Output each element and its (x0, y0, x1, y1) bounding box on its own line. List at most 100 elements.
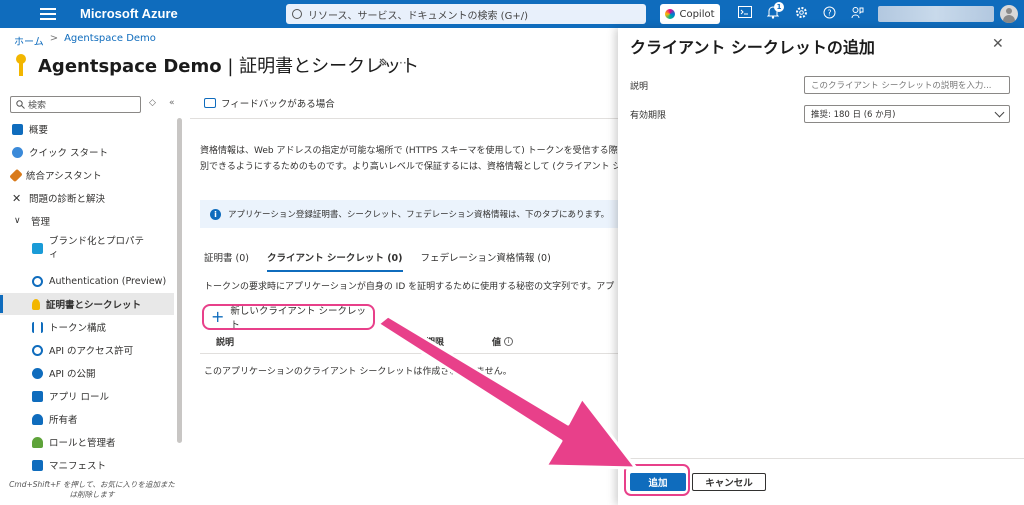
feedback-label: フィードバックがある場合 (221, 99, 335, 110)
pin-icon[interactable] (376, 58, 387, 72)
column-header-value-label: 値 (492, 338, 502, 348)
divider (190, 118, 618, 119)
api-expose-icon (32, 367, 43, 379)
expiry-selected-value: 推奨: 180 日 (6 か月) (811, 110, 896, 120)
chevron-down-icon (994, 107, 1005, 117)
hamburger-icon[interactable] (40, 6, 56, 20)
search-icon (292, 9, 302, 19)
sidebar-item-label: Authentication (Preview) (49, 275, 167, 287)
collapse-sidebar-icon[interactable]: « (169, 98, 175, 108)
sidebar-item-expose-api[interactable]: API の公開 (0, 362, 174, 384)
cloud-icon (12, 146, 23, 158)
breadcrumb: ホーム > Agentspace Demo (14, 33, 156, 48)
empty-state-message: このアプリケーションのクライアント シークレットは作成されていません。 (204, 367, 512, 377)
gear-icon[interactable] (793, 6, 809, 22)
sidebar-item-authentication[interactable]: Authentication (Preview) (0, 270, 174, 292)
more-options-icon[interactable]: ··· (399, 56, 410, 70)
expiry-select[interactable]: 推奨: 180 日 (6 か月) (804, 105, 1010, 123)
sidebar-item-overview[interactable]: 概要 (0, 118, 174, 140)
sidebar-item-owners[interactable]: 所有者 (0, 408, 174, 430)
sidebar-search-placeholder: 検索 (28, 101, 47, 111)
sidebar-item-integration-assistant[interactable]: 統合アシスタント (0, 164, 174, 186)
page-header: Agentspace Demo | 証明書とシークレット (14, 52, 419, 78)
tab-description: トークンの要求時にアプリケーションが自身の ID を証明するために使用する秘密の… (204, 282, 615, 292)
sidebar-item-label: ブランド化とプロパティ (49, 236, 145, 260)
info-icon: i (210, 208, 221, 220)
global-search-placeholder: リソース、サービス、ドキュメントの検索 (G+/) (308, 10, 528, 22)
tab-certificates[interactable]: 証明書 (0) (204, 250, 249, 272)
auth-icon (32, 275, 43, 287)
sidebar-footer-hint: Cmd+Shift+F を押して、お気に入りを追加または削除します (9, 480, 175, 499)
info-banner: i アプリケーション登録証明書、シークレット、フェデレーション資格情報は、下のタ… (200, 200, 618, 228)
sidebar-item-label: アプリ ロール (49, 392, 110, 403)
new-client-secret-label: 新しいクライアント シークレット (230, 306, 367, 331)
sidebar-item-label: 管理 (31, 217, 51, 228)
app-roles-icon (32, 390, 43, 402)
sidebar-item-certificates-secrets[interactable]: 証明書とシークレット (0, 293, 174, 315)
api-permission-icon (32, 344, 43, 356)
feedback-icon[interactable] (849, 6, 865, 22)
account-name-blurred[interactable] (878, 6, 994, 22)
close-icon[interactable]: ✕ (992, 36, 1004, 52)
panel-title: クライアント シークレットの追加 (630, 38, 875, 57)
copilot-icon (665, 9, 676, 19)
sidebar-item-app-roles[interactable]: アプリ ロール (0, 385, 174, 407)
sidebar-item-quickstart[interactable]: クイック スタート (0, 141, 174, 163)
global-search-input[interactable]: リソース、サービス、ドキュメントの検索 (G+/) (286, 4, 646, 24)
key-icon (14, 54, 28, 76)
owners-icon (32, 413, 43, 425)
page-title-app: Agentspace Demo (38, 56, 222, 77)
sidebar-item-token-config[interactable]: トークン構成 (0, 316, 174, 338)
feedback-link[interactable]: フィードバックがある場合 (204, 96, 335, 110)
sidebar-item-label: 概要 (29, 125, 49, 136)
manifest-icon (32, 459, 43, 471)
notification-badge: 1 (774, 2, 784, 12)
sidebar-item-diagnose[interactable]: ✕ 問題の診断と解決 (0, 187, 174, 209)
sidebar-item-label: 問題の診断と解決 (29, 194, 106, 205)
avatar[interactable] (1000, 5, 1018, 23)
description-label: 説明 (630, 82, 649, 92)
sidebar-item-label: ロールと管理者 (49, 438, 116, 449)
tab-federated-credentials[interactable]: フェデレーション資格情報 (0) (421, 250, 551, 272)
sidebar-scrollbar[interactable] (177, 118, 182, 443)
sidebar-item-label: クイック スタート (29, 148, 109, 159)
info-text: アプリケーション登録証明書、シークレット、フェデレーション資格情報は、下のタブに… (228, 210, 610, 220)
sidebar-item-label: 統合アシスタント (26, 171, 102, 182)
brand-label[interactable]: Microsoft Azure (80, 6, 178, 21)
sidebar-item-label: API の公開 (49, 369, 96, 380)
tab-client-secrets[interactable]: クライアント シークレット (0) (266, 250, 403, 272)
top-bar: Microsoft Azure リソース、サービス、ドキュメントの検索 (G+/… (0, 0, 1024, 28)
description-field[interactable]: このクライアント シークレットの説明を入力... (804, 76, 1010, 94)
overview-icon (12, 123, 23, 135)
add-client-secret-panel: クライアント シークレットの追加 ✕ 説明 このクライアント シークレットの説明… (618, 28, 1024, 505)
copilot-label: Copilot (679, 8, 715, 20)
sidebar-item-api-permissions[interactable]: API のアクセス許可 (0, 339, 174, 361)
description-line: 別できるようにするためのものです。より高いレベルで保証するには、資格情報として … (200, 162, 618, 172)
breadcrumb-app[interactable]: Agentspace Demo (64, 33, 156, 48)
page-title-section: 証明書とシークレット (239, 56, 420, 77)
sidebar-group-manage[interactable]: ∨ 管理 (0, 210, 174, 232)
sort-icon[interactable]: ◇ (149, 98, 156, 108)
help-icon[interactable]: ? (821, 6, 837, 22)
svg-text:?: ? (827, 9, 831, 18)
cancel-button[interactable]: キャンセル (692, 473, 766, 491)
token-icon (32, 321, 43, 333)
sidebar-item-roles-admins[interactable]: ロールと管理者 (0, 431, 174, 453)
new-client-secret-button[interactable]: + 新しいクライアント シークレット (202, 304, 375, 331)
terminal-icon[interactable] (737, 6, 753, 22)
wrench-icon: ✕ (12, 191, 22, 205)
sidebar-search-input[interactable]: 検索 (10, 96, 141, 113)
sidebar-item-manifest[interactable]: マニフェスト (0, 454, 174, 476)
sidebar-item-label: トークン構成 (49, 323, 107, 334)
table-header-divider (200, 353, 618, 354)
info-icon[interactable]: i (504, 337, 514, 346)
page-title: Agentspace Demo | 証明書とシークレット (38, 52, 419, 78)
sidebar-item-label: マニフェスト (49, 461, 107, 472)
add-button[interactable]: 追加 (630, 473, 686, 491)
branding-icon (32, 242, 43, 254)
copilot-button[interactable]: Copilot (660, 4, 720, 24)
breadcrumb-home[interactable]: ホーム (14, 33, 44, 48)
expiry-label: 有効期限 (630, 111, 667, 121)
plus-icon: + (211, 307, 225, 326)
sidebar-item-branding[interactable]: ブランド化とプロパティ (0, 233, 174, 263)
